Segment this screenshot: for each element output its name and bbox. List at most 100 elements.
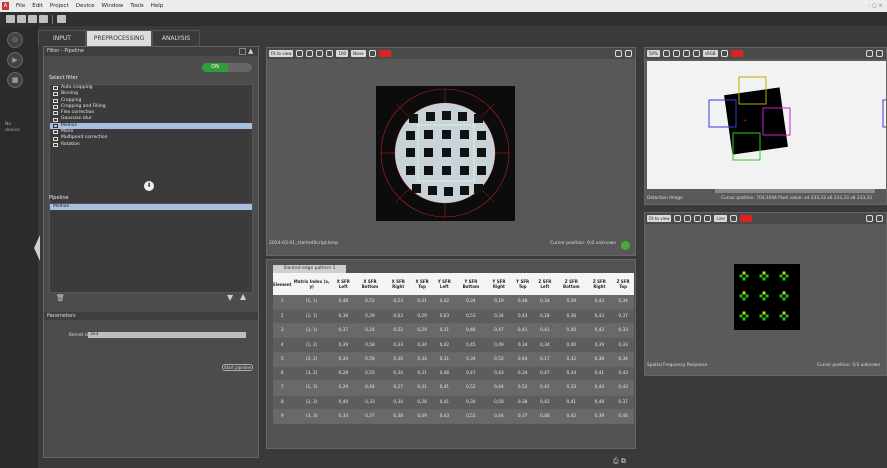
sfr-pattern-image[interactable] — [734, 264, 800, 330]
new-project-icon[interactable] — [6, 15, 15, 23]
menu-window[interactable]: Window — [102, 3, 124, 9]
table-row[interactable]: 6 (3, 2) 0,28 0,55 0,34 0,31 0,46 0,47 0,43 0,34 0… — [273, 366, 634, 382]
marker-color-swatch[interactable] — [378, 50, 391, 57]
zoom-in-icon[interactable] — [682, 50, 690, 57]
test-chart-image[interactable] — [376, 86, 515, 221]
col-header[interactable]: Y SFR Right — [486, 273, 512, 295]
menu-tools[interactable]: Tools — [130, 3, 144, 9]
col-header[interactable]: X SFR Right — [385, 273, 412, 295]
tab-analysis[interactable]: ANALYSIS — [152, 30, 200, 46]
table-row[interactable]: 7 (1, 3) 0,29 0,44 0,27 0,31 0,41 0,52 0,44 0,52 0… — [273, 380, 634, 396]
save-project-icon[interactable] — [28, 15, 37, 23]
zoom-dropdown[interactable]: 50% — [647, 50, 660, 57]
move-down-icon[interactable]: ▼ — [227, 293, 233, 302]
start-pipeline-button[interactable]: Start pipeline — [222, 364, 253, 371]
maximize-icon[interactable] — [625, 50, 632, 57]
col-header[interactable]: Y SFR Left — [433, 273, 456, 295]
crop-fill-icon — [53, 105, 58, 110]
zoom-in-icon[interactable] — [694, 215, 702, 222]
marker-color-swatch[interactable] — [730, 50, 743, 57]
search-icon[interactable] — [57, 15, 66, 23]
zoom-dropdown[interactable]: 100 — [336, 50, 349, 57]
col-header[interactable]: Z SFR Bottom — [556, 273, 587, 295]
col-header[interactable]: X SFR Bottom — [354, 273, 386, 295]
menu-device[interactable]: Device — [76, 3, 95, 9]
table-row[interactable]: 5 (2, 2) 0,34 0,58 0,36 0,34 0,31 0,34 0,52 0,44 0… — [273, 352, 634, 367]
marker-color-swatch[interactable] — [739, 215, 752, 222]
layer-icon[interactable] — [729, 215, 737, 222]
zoom-fit-icon[interactable] — [674, 215, 682, 222]
zoom-actual-icon[interactable] — [306, 50, 314, 57]
tab-input[interactable]: INPUT — [38, 30, 86, 46]
menu-edit[interactable]: Edit — [32, 3, 43, 9]
menu-file[interactable]: File — [16, 3, 25, 9]
stop-icon[interactable]: ■ — [7, 72, 23, 88]
color-mode-dropdown[interactable]: sRGB — [702, 50, 718, 57]
col-header[interactable]: X SFR Top — [411, 273, 434, 295]
add-filter-button[interactable]: ⬇ — [144, 181, 154, 191]
col-header[interactable]: Z SFR Right — [586, 273, 613, 295]
move-up-icon[interactable]: ▲ — [240, 292, 246, 301]
sfr-marker — [779, 314, 783, 318]
horizontal-scrollbar[interactable] — [715, 189, 875, 193]
tab-slanted-edge[interactable]: Slanted edge pattern 1 — [273, 265, 346, 273]
zoom-in-icon[interactable] — [316, 50, 324, 57]
record-icon[interactable]: ⊙ — [7, 32, 23, 48]
save-all-icon[interactable] — [39, 15, 48, 23]
open-project-icon[interactable] — [17, 15, 26, 23]
zoom-out-icon[interactable] — [704, 215, 712, 222]
maximize-icon[interactable] — [876, 215, 883, 222]
camera-icon[interactable] — [866, 215, 873, 222]
layer-icon[interactable] — [368, 50, 376, 57]
main-tabs: INPUT PREPROCESSING ANALYSIS — [38, 30, 200, 46]
menu-help[interactable]: Help — [151, 3, 164, 9]
plot-mode-dropdown[interactable]: Line — [714, 215, 727, 222]
table-cell: 0,31 — [433, 323, 456, 339]
col-header[interactable]: Matrix Index (x, y) — [291, 273, 332, 295]
pipeline-toggle[interactable]: ON — [202, 63, 252, 72]
pipeline-item[interactable]: Median — [50, 204, 252, 210]
detection-image[interactable]: + — [647, 61, 886, 189]
camera-icon[interactable] — [615, 50, 622, 57]
trash-icon[interactable]: 🗑 — [56, 294, 65, 302]
col-header[interactable]: Z SFR Top — [612, 273, 634, 295]
col-header[interactable]: Y SFR Bottom — [455, 273, 486, 295]
overlay-mode-dropdown[interactable]: None — [351, 50, 366, 57]
table-row[interactable]: 4 (1, 2) 0,39 0,58 0,33 0,34 0,42 0,45 0,49 0,34 0… — [273, 337, 634, 353]
window-controls[interactable]: - ◻ × — [868, 3, 883, 9]
table-row[interactable]: 8 (2, 3) 0,40 0,33 0,34 0,28 0,41 0,34 0,58 0,38 0… — [273, 395, 634, 410]
table-cell: 0,43 — [586, 295, 613, 310]
app-logo: A — [2, 2, 9, 10]
table-cell: 0,53 — [455, 309, 486, 325]
fit-view-dropdown[interactable]: Fit to view — [269, 50, 294, 57]
col-header[interactable]: Y SFR Top — [511, 273, 534, 295]
pipeline-list: Median — [49, 203, 253, 293]
export-icon[interactable]: ⎙ ⧉ — [613, 457, 626, 466]
play-icon[interactable]: ▶ — [7, 52, 23, 68]
maximize-icon[interactable] — [876, 50, 883, 57]
zoom-out-icon[interactable] — [692, 50, 700, 57]
layer-icon[interactable] — [720, 50, 728, 57]
sfr-marker — [762, 277, 766, 281]
tab-preprocessing[interactable]: PREPROCESSING — [86, 30, 152, 46]
list-item[interactable]: Rotation — [50, 142, 252, 148]
zoom-actual-icon[interactable] — [684, 215, 692, 222]
table-row[interactable]: 3 (3, 1) 0,37 0,24 0,52 0,29 0,31 0,46 0,47 0,41 0… — [273, 323, 634, 339]
zoom-fit-icon[interactable] — [662, 50, 670, 57]
menu-project[interactable]: Project — [50, 3, 69, 9]
table-row[interactable]: 2 (2, 1) 0,38 0,29 0,63 0,29 0,63 0,53 0,34 0,43 0… — [273, 309, 634, 325]
col-header[interactable]: Z SFR Left — [533, 273, 557, 295]
table-row[interactable]: 9 (3, 3) 0,34 0,37 0,38 0,49 0,43 0,52 0,44 0,37 0… — [273, 409, 634, 425]
table-cell: 0,33 — [612, 337, 634, 353]
fit-view-dropdown[interactable]: Fit to view — [647, 215, 672, 222]
zoom-out-icon[interactable] — [326, 50, 334, 57]
kernel-size-select[interactable]: 3x3 — [88, 332, 246, 338]
col-header[interactable]: X SFR Left — [331, 273, 355, 295]
zoom-fit-icon[interactable] — [296, 50, 304, 57]
col-header[interactable]: Element — [273, 273, 292, 295]
camera-icon[interactable] — [866, 50, 873, 57]
panel-collapse-icon[interactable]: ▲ — [248, 47, 253, 55]
panel-menu-icon[interactable] — [239, 48, 246, 55]
table-row[interactable]: 1 (1, 1) 0,48 0,52 0,23 0,31 0,42 0,34 0,19 0,48 0… — [273, 295, 634, 310]
zoom-actual-icon[interactable] — [672, 50, 680, 57]
